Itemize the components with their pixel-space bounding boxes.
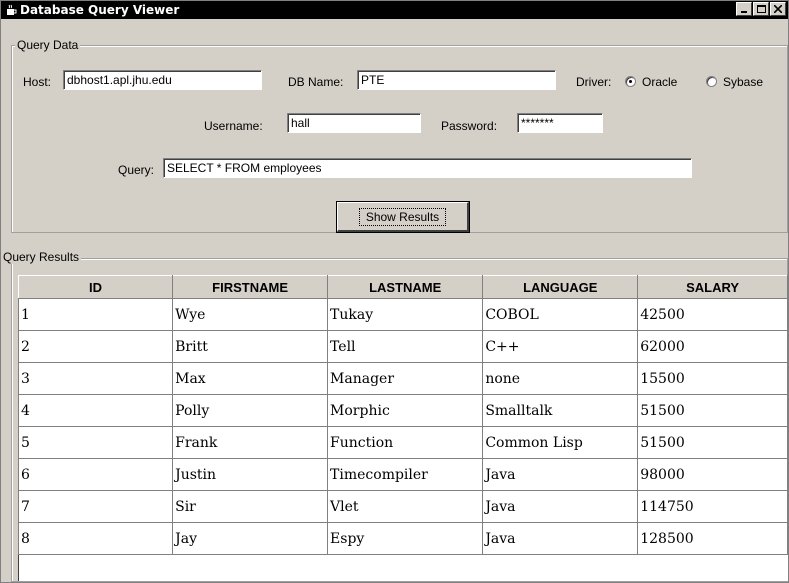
cell-firstname[interactable]: Justin xyxy=(172,458,329,491)
cell-id[interactable]: 3 xyxy=(17,362,174,395)
maximize-icon[interactable] xyxy=(753,2,769,16)
cell-firstname[interactable]: Jay xyxy=(172,522,329,555)
cell-lastname[interactable]: Timecompiler xyxy=(327,458,484,491)
password-label: Password: xyxy=(441,119,498,133)
cell-id[interactable]: 2 xyxy=(17,330,174,363)
col-header-firstname[interactable]: FIRSTNAME xyxy=(172,275,329,299)
cell-lastname[interactable]: Tukay xyxy=(327,298,484,331)
cell-salary[interactable]: 15500 xyxy=(637,362,788,395)
cell-id[interactable]: 1 xyxy=(17,298,174,331)
username-input[interactable] xyxy=(287,113,421,133)
show-results-label: Show Results xyxy=(358,207,447,226)
cell-salary[interactable]: 42500 xyxy=(637,298,788,331)
oracle-radio[interactable] xyxy=(625,76,636,87)
dbname-input[interactable] xyxy=(357,70,556,90)
cell-salary[interactable]: 62000 xyxy=(637,330,788,363)
cell-firstname[interactable]: Britt xyxy=(172,330,329,363)
title-bar[interactable]: Database Query Viewer xyxy=(1,1,788,19)
app-window: Database Query Viewer Query Data Host: D… xyxy=(0,0,789,583)
cell-firstname[interactable]: Wye xyxy=(172,298,329,331)
cell-language[interactable]: COBOL xyxy=(482,298,639,331)
username-label: Username: xyxy=(204,119,263,133)
cell-language[interactable]: Common Lisp xyxy=(482,426,639,459)
sybase-label[interactable]: Sybase xyxy=(723,75,763,89)
oracle-label[interactable]: Oracle xyxy=(642,75,677,89)
sybase-radio[interactable] xyxy=(706,76,717,87)
header-row: ID FIRSTNAME LASTNAME LANGUAGE SALARY xyxy=(17,275,788,299)
cell-id[interactable]: 7 xyxy=(17,490,174,523)
table-row[interactable]: 4 Polly Morphic Smalltalk 51500 xyxy=(17,394,788,427)
host-input[interactable] xyxy=(63,70,262,90)
cell-salary[interactable]: 51500 xyxy=(637,426,788,459)
cell-id[interactable]: 6 xyxy=(17,458,174,491)
table-row[interactable]: 5 Frank Function Common Lisp 51500 xyxy=(17,426,788,459)
col-header-language[interactable]: LANGUAGE xyxy=(482,275,639,299)
dbname-label: DB Name: xyxy=(288,75,344,89)
query-label: Query: xyxy=(118,163,155,177)
cell-lastname[interactable]: Morphic xyxy=(327,394,484,427)
host-label: Host: xyxy=(23,75,52,89)
password-input[interactable] xyxy=(517,113,603,133)
col-header-lastname[interactable]: LASTNAME xyxy=(327,275,484,299)
table-row[interactable]: 8 Jay Espy Java 128500 xyxy=(17,522,788,555)
cell-lastname[interactable]: Vlet xyxy=(327,490,484,523)
col-header-id[interactable]: ID xyxy=(17,275,174,299)
window-title: Database Query Viewer xyxy=(20,3,180,17)
cell-firstname[interactable]: Frank xyxy=(172,426,329,459)
cell-language[interactable]: Java xyxy=(482,490,639,523)
cell-language[interactable]: Java xyxy=(482,458,639,491)
show-results-button[interactable]: Show Results xyxy=(336,201,470,233)
cell-language[interactable]: Java xyxy=(482,522,639,555)
query-data-legend: Query Data xyxy=(15,38,81,52)
minimize-icon[interactable] xyxy=(736,2,752,16)
cell-salary[interactable]: 98000 xyxy=(637,458,788,491)
cell-firstname[interactable]: Max xyxy=(172,362,329,395)
cell-lastname[interactable]: Tell xyxy=(327,330,484,363)
query-results-legend: Query Results xyxy=(1,250,82,264)
query-input[interactable] xyxy=(163,158,692,178)
results-table: ID FIRSTNAME LASTNAME LANGUAGE SALARY 1W… xyxy=(17,275,788,555)
close-icon[interactable] xyxy=(770,2,786,16)
table-row[interactable]: 1 Wye Tukay COBOL 42500 xyxy=(17,298,788,331)
cell-lastname[interactable]: Espy xyxy=(327,522,484,555)
cell-lastname[interactable]: Function xyxy=(327,426,484,459)
cell-id[interactable]: 8 xyxy=(17,522,174,555)
cell-salary[interactable]: 51500 xyxy=(637,394,788,427)
driver-label: Driver: xyxy=(576,75,612,89)
java-cup-icon[interactable] xyxy=(5,4,17,16)
col-header-salary[interactable]: SALARY xyxy=(637,275,788,299)
cell-firstname[interactable]: Polly xyxy=(172,394,329,427)
cell-language[interactable]: none xyxy=(482,362,639,395)
cell-salary[interactable]: 114750 xyxy=(637,490,788,523)
cell-firstname[interactable]: Sir xyxy=(172,490,329,523)
table-row[interactable]: 7 Sir Vlet Java 114750 xyxy=(17,490,788,523)
cell-id[interactable]: 4 xyxy=(17,394,174,427)
cell-language[interactable]: C++ xyxy=(482,330,639,363)
cell-language[interactable]: Smalltalk xyxy=(482,394,639,427)
cell-id[interactable]: 5 xyxy=(17,426,174,459)
table-row[interactable]: 6 Justin Timecompiler Java 98000 xyxy=(17,458,788,491)
cell-salary[interactable]: 128500 xyxy=(637,522,788,555)
table-row[interactable]: 3 Max Manager none 15500 xyxy=(17,362,788,395)
cell-lastname[interactable]: Manager xyxy=(327,362,484,395)
table-row[interactable]: 2 Britt Tell C++ 62000 xyxy=(17,330,788,363)
